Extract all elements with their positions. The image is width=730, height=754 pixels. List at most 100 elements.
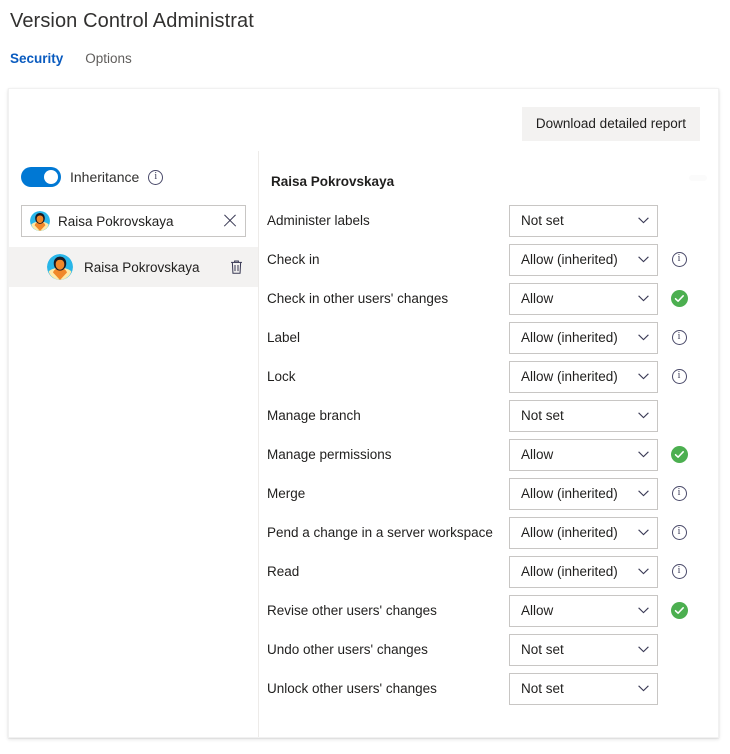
tab-security[interactable]: Security bbox=[10, 48, 63, 70]
permission-dropdown-value: Allow (inherited) bbox=[521, 252, 634, 267]
info-icon[interactable] bbox=[672, 486, 687, 501]
permission-label: Read bbox=[267, 563, 509, 581]
inheritance-info-icon[interactable] bbox=[148, 170, 163, 185]
permission-label: Revise other users' changes bbox=[267, 602, 509, 620]
page-title: Version Control Administrat bbox=[10, 8, 720, 34]
info-icon[interactable] bbox=[672, 564, 687, 579]
status-badge bbox=[671, 602, 688, 619]
permission-dropdown[interactable]: Not set bbox=[509, 634, 658, 666]
chevron-down-icon bbox=[638, 373, 649, 380]
permissions-subject-title: Raisa Pokrovskaya bbox=[259, 159, 718, 191]
status-badge bbox=[671, 446, 688, 463]
permission-dropdown[interactable]: Allow (inherited) bbox=[509, 478, 658, 510]
permission-dropdown[interactable]: Allow bbox=[509, 439, 658, 471]
permission-row: Pend a change in a server workspace Allow… bbox=[259, 513, 718, 552]
permission-dropdown-value: Allow (inherited) bbox=[521, 369, 634, 384]
permission-label: Undo other users' changes bbox=[267, 641, 509, 659]
permission-status-slot bbox=[664, 290, 694, 307]
permission-info-slot bbox=[664, 252, 694, 267]
permission-row: Check in Allow (inherited) bbox=[259, 240, 718, 279]
inheritance-toggle[interactable] bbox=[21, 167, 61, 187]
chevron-down-icon bbox=[638, 256, 649, 263]
permission-dropdown[interactable]: Allow bbox=[509, 283, 658, 315]
permission-dropdown[interactable]: Not set bbox=[509, 205, 658, 237]
chevron-down-icon bbox=[638, 451, 649, 458]
panes-container: Inheritance Raisa Pokrovskaya bbox=[9, 151, 718, 737]
status-badge bbox=[671, 290, 688, 307]
inheritance-row: Inheritance bbox=[9, 159, 258, 191]
avatar-icon bbox=[30, 211, 50, 231]
chevron-down-icon bbox=[638, 607, 649, 614]
chevron-down-icon bbox=[638, 295, 649, 302]
identity-name: Raisa Pokrovskaya bbox=[84, 260, 229, 275]
permission-dropdown[interactable]: Allow (inherited) bbox=[509, 361, 658, 393]
chevron-down-icon bbox=[638, 568, 649, 575]
permission-label: Check in other users' changes bbox=[267, 290, 509, 308]
info-icon[interactable] bbox=[672, 252, 687, 267]
check-icon bbox=[674, 293, 685, 304]
permission-row: Manage permissionsAllow bbox=[259, 435, 718, 474]
permission-row: Label Allow (inherited) bbox=[259, 318, 718, 357]
permission-dropdown[interactable]: Allow (inherited) bbox=[509, 244, 658, 276]
permission-dropdown-value: Allow (inherited) bbox=[521, 330, 634, 345]
chevron-down-icon bbox=[638, 685, 649, 692]
permission-dropdown[interactable]: Not set bbox=[509, 673, 658, 705]
info-icon[interactable] bbox=[672, 330, 687, 345]
permission-label: Label bbox=[267, 329, 509, 347]
permission-row: Manage branchNot set bbox=[259, 396, 718, 435]
permission-label: Pend a change in a server workspace bbox=[267, 524, 509, 542]
scrollbar-thumb[interactable] bbox=[689, 175, 707, 181]
chevron-down-icon bbox=[638, 334, 649, 341]
permission-dropdown[interactable]: Allow (inherited) bbox=[509, 322, 658, 354]
info-icon[interactable] bbox=[672, 369, 687, 384]
security-card: Download detailed report Inheritance bbox=[8, 88, 719, 738]
trash-icon[interactable] bbox=[229, 259, 244, 275]
permission-label: Check in bbox=[267, 251, 509, 269]
inheritance-label: Inheritance bbox=[70, 167, 139, 187]
permission-dropdown[interactable]: Not set bbox=[509, 400, 658, 432]
permission-dropdown-value: Allow (inherited) bbox=[521, 525, 634, 540]
info-icon[interactable] bbox=[672, 525, 687, 540]
tab-options[interactable]: Options bbox=[85, 48, 132, 70]
permission-dropdown-value: Not set bbox=[521, 213, 634, 228]
report-toolbar: Download detailed report bbox=[522, 107, 700, 141]
permission-dropdown-value: Allow bbox=[521, 447, 634, 462]
check-icon bbox=[674, 605, 685, 616]
permission-dropdown[interactable]: Allow (inherited) bbox=[509, 556, 658, 588]
permission-info-slot bbox=[664, 330, 694, 345]
permissions-pane: Raisa Pokrovskaya Administer labels Not s… bbox=[259, 151, 718, 737]
permission-status-slot bbox=[664, 602, 694, 619]
identity-picker-value: Raisa Pokrovskaya bbox=[58, 214, 221, 229]
permission-info-slot bbox=[664, 486, 694, 501]
list-item[interactable]: Raisa Pokrovskaya bbox=[9, 247, 258, 287]
permission-row: Lock Allow (inherited) bbox=[259, 357, 718, 396]
permission-dropdown-value: Not set bbox=[521, 642, 634, 657]
tab-strip: Security Options bbox=[10, 48, 132, 70]
permission-row: Revise other users' changesAllow bbox=[259, 591, 718, 630]
permission-status-slot bbox=[664, 446, 694, 463]
permission-label: Lock bbox=[267, 368, 509, 386]
close-icon[interactable] bbox=[221, 212, 239, 230]
avatar-icon bbox=[47, 254, 73, 280]
permission-dropdown[interactable]: Allow bbox=[509, 595, 658, 627]
permission-label: Merge bbox=[267, 485, 509, 503]
permission-label: Unlock other users' changes bbox=[267, 680, 509, 698]
permission-row: Read Allow (inherited) bbox=[259, 552, 718, 591]
permission-row: Merge Allow (inherited) bbox=[259, 474, 718, 513]
download-detailed-report-button[interactable]: Download detailed report bbox=[522, 107, 700, 141]
permission-dropdown[interactable]: Allow (inherited) bbox=[509, 517, 658, 549]
permission-row: Undo other users' changes Not set bbox=[259, 630, 718, 669]
identity-picker[interactable]: Raisa Pokrovskaya bbox=[21, 205, 246, 237]
permission-label: Administer labels bbox=[267, 212, 509, 230]
identities-pane: Inheritance Raisa Pokrovskaya bbox=[9, 151, 259, 737]
identity-picker-wrap: Raisa Pokrovskaya bbox=[9, 191, 258, 237]
check-icon bbox=[674, 449, 685, 460]
chevron-down-icon bbox=[638, 646, 649, 653]
permissions-list: Administer labels Not set Check in Allow (i… bbox=[259, 201, 718, 708]
permission-dropdown-value: Allow (inherited) bbox=[521, 564, 634, 579]
permission-dropdown-value: Allow (inherited) bbox=[521, 486, 634, 501]
permission-info-slot bbox=[664, 564, 694, 579]
page-header: Version Control Administrat bbox=[10, 8, 720, 34]
chevron-down-icon bbox=[638, 529, 649, 536]
permission-row: Administer labels Not set bbox=[259, 201, 718, 240]
